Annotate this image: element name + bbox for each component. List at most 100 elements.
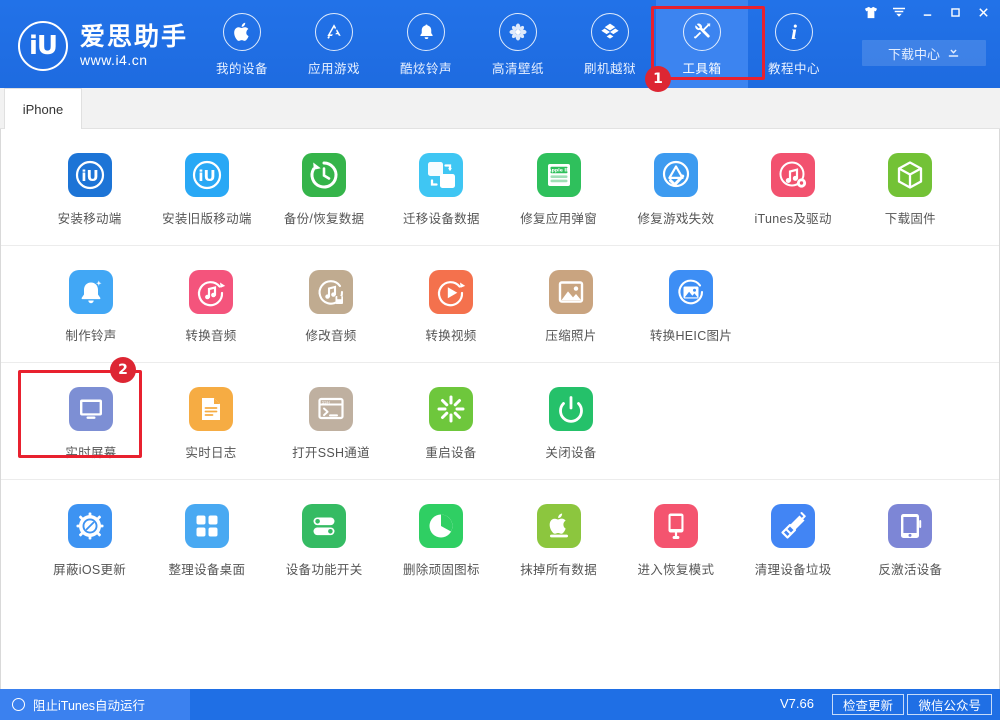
flower-icon xyxy=(499,13,537,51)
menu-icon[interactable] xyxy=(886,1,912,23)
tool-fix-app-popup[interactable]: Apple ID 修复应用弹窗 xyxy=(500,129,617,245)
tool-download-firmware[interactable]: 下载固件 xyxy=(852,129,969,245)
tool-erase-all-data[interactable]: 抹掉所有数据 xyxy=(500,480,617,596)
appstore-icon xyxy=(315,13,353,51)
close-icon[interactable] xyxy=(970,1,996,23)
download-icon xyxy=(947,45,960,61)
top-navigation: 我的设备 应用游戏 酷炫铃声 高清壁纸 刷机越狱 xyxy=(196,0,840,88)
minimize-icon[interactable] xyxy=(914,1,940,23)
nav-label: 酷炫铃声 xyxy=(400,58,452,77)
tool-label: 设备功能开关 xyxy=(286,559,363,578)
deactivate-icon xyxy=(888,504,932,548)
tool-label: 反激活设备 xyxy=(878,559,942,578)
tool-clean-junk[interactable]: 清理设备垃圾 xyxy=(735,480,852,596)
download-center-label: 下载中心 xyxy=(888,44,940,63)
check-update-button[interactable]: 检查更新 xyxy=(832,694,904,715)
tool-row: 实时屏幕 实时日志 SSH 打开SSH通道 重启设备 关闭设备 xyxy=(1,363,999,480)
tool-label: 压缩照片 xyxy=(545,325,596,344)
edit-audio-icon xyxy=(309,270,353,314)
itunes-driver-icon xyxy=(771,153,815,197)
brand-name: 爱思助手 xyxy=(80,24,188,50)
block-itunes-autorun-toggle[interactable]: 阻止iTunes自动运行 xyxy=(0,689,190,720)
remove-icon-icon xyxy=(419,504,463,548)
tool-live-screen[interactable]: 实时屏幕 xyxy=(31,363,151,479)
toggle-label: 阻止iTunes自动运行 xyxy=(33,695,145,714)
clean-junk-icon xyxy=(771,504,815,548)
appstore-fix-icon xyxy=(654,153,698,197)
block-ios-update-icon xyxy=(68,504,112,548)
tool-make-ringtone[interactable]: 制作铃声 xyxy=(31,246,151,362)
nav-item-tutorials[interactable]: i 教程中心 xyxy=(748,0,840,88)
convert-heic-icon xyxy=(669,270,713,314)
check-update-label: 检查更新 xyxy=(843,695,893,714)
tool-fix-game-failure[interactable]: 修复游戏失效 xyxy=(617,129,734,245)
convert-video-icon xyxy=(429,270,473,314)
tool-convert-audio[interactable]: 转换音频 xyxy=(151,246,271,362)
live-log-icon xyxy=(189,387,233,431)
tool-block-ios-update[interactable]: 屏蔽iOS更新 xyxy=(31,480,148,596)
maximize-icon[interactable] xyxy=(942,1,968,23)
tool-open-ssh[interactable]: SSH 打开SSH通道 xyxy=(271,363,391,479)
nav-item-apps-games[interactable]: 应用游戏 xyxy=(288,0,380,88)
tool-reboot-device[interactable]: 重启设备 xyxy=(391,363,511,479)
nav-item-ringtones[interactable]: 酷炫铃声 xyxy=(380,0,472,88)
appleid-fix-icon: Apple ID xyxy=(537,153,581,197)
svg-text:iU: iU xyxy=(198,167,215,185)
tool-label: 屏蔽iOS更新 xyxy=(53,559,126,578)
tool-row: 制作铃声 转换音频 修改音频 转换视频 压缩照片 xyxy=(1,246,999,363)
tool-edit-audio[interactable]: 修改音频 xyxy=(271,246,391,362)
tool-convert-heic[interactable]: 转换HEIC图片 xyxy=(631,246,751,362)
tool-migrate-data[interactable]: 迁移设备数据 xyxy=(383,129,500,245)
tool-label: 打开SSH通道 xyxy=(292,442,370,461)
i4-app-icon: iU xyxy=(68,153,112,197)
status-bar: 阻止iTunes自动运行 V7.66 检查更新 微信公众号 xyxy=(0,689,1000,720)
backup-restore-icon xyxy=(302,153,346,197)
tool-feature-toggle[interactable]: 设备功能开关 xyxy=(266,480,383,596)
tool-install-legacy-mobile[interactable]: iU 安装旧版移动端 xyxy=(148,129,265,245)
tool-label: iTunes及驱动 xyxy=(754,208,831,227)
tool-row: iU 安装移动端 iU 安装旧版移动端 备份/恢复数据 迁移设备数据 Apple… xyxy=(1,129,999,246)
tool-convert-video[interactable]: 转换视频 xyxy=(391,246,511,362)
migrate-data-icon xyxy=(419,153,463,197)
wechat-official-button[interactable]: 微信公众号 xyxy=(907,694,992,715)
tool-label: 安装移动端 xyxy=(58,208,122,227)
tool-live-log[interactable]: 实时日志 xyxy=(151,363,271,479)
tool-shutdown-device[interactable]: 关闭设备 xyxy=(511,363,631,479)
nav-item-toolbox[interactable]: 工具箱 xyxy=(656,0,748,88)
recovery-mode-icon xyxy=(654,504,698,548)
brand-url: www.i4.cn xyxy=(80,53,188,68)
tool-remove-stubborn-icon[interactable]: 删除顽固图标 xyxy=(383,480,500,596)
radio-icon xyxy=(12,698,25,711)
nav-item-my-device[interactable]: 我的设备 xyxy=(196,0,288,88)
firmware-icon xyxy=(888,153,932,197)
tool-label: 修复应用弹窗 xyxy=(520,208,597,227)
shutdown-icon xyxy=(549,387,593,431)
tool-label: 制作铃声 xyxy=(65,325,116,344)
nav-label: 高清壁纸 xyxy=(492,58,544,77)
reboot-icon xyxy=(429,387,473,431)
tool-row: 屏蔽iOS更新 整理设备桌面 设备功能开关 删除顽固图标 抹掉所有数据 xyxy=(1,480,999,596)
wechat-label: 微信公众号 xyxy=(918,695,981,714)
nav-item-flash-jailbreak[interactable]: 刷机越狱 xyxy=(564,0,656,88)
tool-label: 重启设备 xyxy=(425,442,476,461)
tool-deactivate-device[interactable]: 反激活设备 xyxy=(852,480,969,596)
nav-item-wallpapers[interactable]: 高清壁纸 xyxy=(472,0,564,88)
nav-label: 工具箱 xyxy=(682,58,721,77)
tool-recovery-mode[interactable]: 进入恢复模式 xyxy=(617,480,734,596)
skin-icon[interactable] xyxy=(858,1,884,23)
tool-organize-desktop[interactable]: 整理设备桌面 xyxy=(148,480,265,596)
version-label: V7.66 xyxy=(780,696,814,711)
tool-backup-restore[interactable]: 备份/恢复数据 xyxy=(266,129,383,245)
tool-itunes-driver[interactable]: iTunes及驱动 xyxy=(735,129,852,245)
device-tab-strip: iPhone xyxy=(0,88,1000,129)
download-center-button[interactable]: 下载中心 xyxy=(862,40,986,66)
tab-iphone[interactable]: iPhone xyxy=(4,88,82,129)
apple-icon xyxy=(223,13,261,51)
window-controls xyxy=(858,0,996,24)
tool-label: 转换HEIC图片 xyxy=(650,325,732,344)
tool-install-mobile[interactable]: iU 安装移动端 xyxy=(31,129,148,245)
tool-label: 转换视频 xyxy=(425,325,476,344)
tool-label: 整理设备桌面 xyxy=(168,559,245,578)
tool-compress-photo[interactable]: 压缩照片 xyxy=(511,246,631,362)
tool-label: 实时日志 xyxy=(185,442,236,461)
